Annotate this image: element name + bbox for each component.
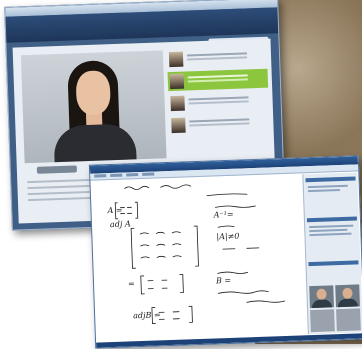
ink-big-bracket-left xyxy=(130,227,136,269)
participants-panel xyxy=(302,172,362,335)
participant-video[interactable] xyxy=(335,284,360,308)
participant-shoulders xyxy=(311,299,333,309)
ink-top-scribble-2 xyxy=(160,184,192,189)
ink-underline-right xyxy=(206,193,248,197)
ink-matrix-A-bracket-right xyxy=(134,201,139,219)
panel-text-line xyxy=(307,189,340,193)
handwriting-strokes: A = adj A A⁻¹= |A|≠0 B = = adjB = xyxy=(106,184,286,325)
toolbar-button[interactable] xyxy=(110,173,123,178)
presenter-body xyxy=(53,123,137,164)
ink-big-bracket-right xyxy=(193,225,199,267)
thumbnail-image xyxy=(171,117,186,134)
thumbnail-text xyxy=(186,52,247,57)
panel-text-line xyxy=(307,184,348,189)
ink-second-matrix-right xyxy=(188,305,193,323)
ink-label-equals: = xyxy=(128,279,135,288)
thumbnail-image xyxy=(170,95,185,112)
participant-video-empty[interactable] xyxy=(336,308,361,332)
panel-header xyxy=(308,260,359,267)
video-thumbnail[interactable] xyxy=(167,47,268,69)
ink-right-fraction xyxy=(222,247,260,250)
video-thumbnail[interactable] xyxy=(169,113,270,135)
panel-text-line xyxy=(309,228,348,233)
panel-text-line xyxy=(309,224,354,229)
participant-head xyxy=(342,287,353,299)
ink-right-line-3 xyxy=(217,271,249,274)
video-caption xyxy=(36,165,77,174)
thumbnail-text xyxy=(189,118,250,123)
ink-label-det: |A|≠0 xyxy=(216,232,239,242)
ink-big-matrix-entries xyxy=(139,231,182,259)
ink-label-B: B = xyxy=(215,276,231,286)
ink-result-bracket-right xyxy=(179,274,184,294)
ink-right-line-4 xyxy=(218,290,269,294)
participant-head xyxy=(316,288,327,300)
ink-label-inverse: A⁻¹= xyxy=(213,210,234,220)
toolbar-button[interactable] xyxy=(94,174,107,178)
thumbnail-image xyxy=(168,51,184,68)
ink-label-adjB: adjB = xyxy=(133,310,161,320)
panel-header xyxy=(306,216,357,223)
toolbar-button[interactable] xyxy=(126,173,139,177)
front-window-whiteboard-app: A = adj A A⁻¹= |A|≠0 B = = adjB = xyxy=(88,155,362,349)
participant-video[interactable] xyxy=(309,285,334,309)
video-thumbnail[interactable] xyxy=(168,91,269,113)
ink-right-line-2 xyxy=(217,225,235,228)
ink-top-scribble-1 xyxy=(124,185,150,191)
ink-second-matrix-entries xyxy=(158,311,180,320)
ink-result-entries xyxy=(147,279,168,290)
panel-text-line xyxy=(309,232,352,237)
ink-right-line-5 xyxy=(246,300,286,303)
thumbnail-text xyxy=(188,96,249,101)
video-thumbnail-active[interactable] xyxy=(167,68,269,92)
thumbnail-text xyxy=(187,74,248,79)
whiteboard-canvas[interactable]: A = adj A A⁻¹= |A|≠0 B = = adjB = xyxy=(94,174,306,338)
ink-label-A: A = xyxy=(106,206,122,216)
participant-video-empty[interactable] xyxy=(310,309,335,333)
thumbnail-image xyxy=(169,73,185,90)
presenter-face xyxy=(75,70,111,116)
toolbar-button[interactable] xyxy=(142,172,155,176)
ink-right-line-1 xyxy=(215,205,256,208)
ink-result-bracket-left xyxy=(140,275,145,295)
ink-label-adj: adj A xyxy=(110,219,131,229)
participant-shoulders xyxy=(337,298,359,308)
panel-header xyxy=(305,176,356,183)
video-player[interactable] xyxy=(20,50,167,164)
